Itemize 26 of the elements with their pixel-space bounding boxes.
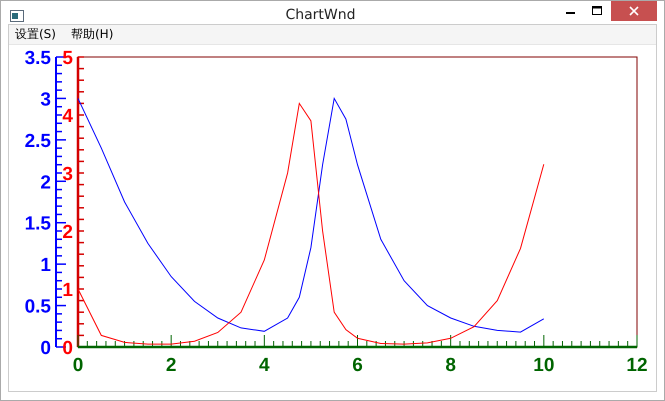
axis-label: 3 [40, 89, 51, 110]
axis-label: 1 [40, 255, 51, 276]
axis-label: 2 [40, 172, 51, 194]
axis-label: 5 [62, 48, 73, 69]
axis-label: 3 [62, 164, 73, 185]
axis-label: 4 [62, 106, 73, 127]
axis-label: 8 [445, 355, 456, 376]
window-icon [10, 10, 24, 22]
close-icon[interactable] [611, 1, 657, 21]
axis-label: 1 [62, 280, 73, 301]
axis-label: 0.5 [24, 296, 51, 318]
axis-label: 1.5 [24, 214, 51, 235]
menu-item[interactable]: 设置(S) [15, 26, 56, 43]
axis-label: 2.5 [24, 130, 51, 152]
axis-label: 0 [72, 355, 84, 376]
axis-label: 2 [62, 222, 73, 243]
axis-label: 4 [259, 355, 270, 376]
window-title: ChartWnd [284, 7, 357, 23]
axis-label: 2 [166, 355, 176, 376]
axis-label: 0 [62, 338, 73, 359]
axis-label: 0 [40, 338, 51, 359]
menu-item[interactable]: 帮助(H) [70, 26, 114, 43]
axis-label: 10 [533, 355, 554, 376]
axis-label: 12 [626, 355, 648, 376]
axis-label: 3.5 [24, 48, 51, 69]
axis-label: 6 [352, 355, 363, 376]
